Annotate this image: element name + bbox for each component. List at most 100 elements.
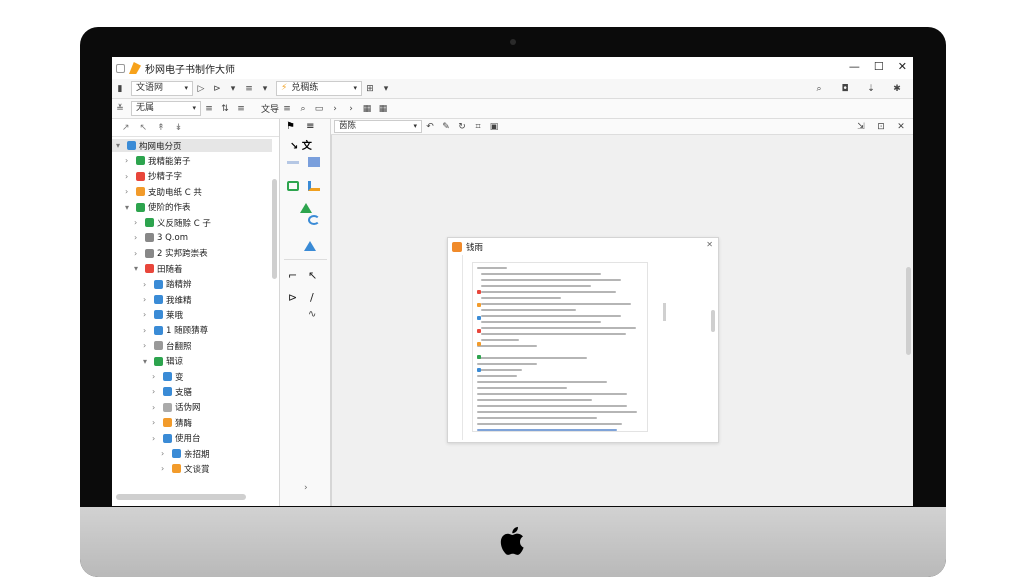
chevron-icon[interactable]: › (152, 387, 160, 396)
expand-palette-icon[interactable]: › (304, 483, 308, 493)
horizontal-scrollbar[interactable] (116, 494, 246, 500)
maximize-button[interactable]: ☐ (874, 60, 884, 73)
vertical-scrollbar[interactable] (906, 267, 911, 355)
pen-icon[interactable]: ✎ (438, 119, 454, 134)
star-icon[interactable]: ✱ (889, 81, 905, 96)
close-button[interactable]: ✕ (898, 60, 907, 73)
chevron-icon[interactable]: › (152, 403, 160, 412)
chevron-icon[interactable]: › (152, 372, 160, 381)
lock-icon[interactable]: ⊡ (873, 119, 889, 134)
move-down-icon[interactable]: ↡ (175, 123, 183, 133)
close-icon[interactable]: ✕ (893, 119, 909, 134)
connector-tool-icon[interactable]: ⌐ (288, 269, 297, 282)
chevron-icon[interactable]: › (134, 249, 142, 258)
bold-icon[interactable]: ≚ (112, 101, 128, 116)
chevron-icon[interactable]: › (152, 418, 160, 427)
chevron-icon[interactable]: › (125, 172, 133, 181)
style-dropdown[interactable]: 文语网 ▾ (131, 81, 193, 96)
pointer-tool-icon[interactable]: ↖ (308, 269, 317, 282)
tree-item[interactable]: ▾ 构网电分页 (112, 139, 272, 152)
pin-icon[interactable]: ⇲ (853, 119, 869, 134)
sort-icon[interactable]: ⇅ (217, 101, 233, 116)
minimize-button[interactable]: — (849, 60, 860, 73)
chevron-down-icon[interactable]: ▾ (257, 81, 273, 96)
frame-icon[interactable]: ▣ (486, 119, 502, 134)
play-icon[interactable]: ▷ (193, 81, 209, 96)
move-up-icon[interactable]: ↟ (157, 123, 165, 133)
section-label[interactable]: 文导 (261, 102, 279, 115)
tree-item[interactable]: › 台翻照 (143, 339, 192, 352)
flag-tool-icon[interactable]: ⊳ (288, 291, 297, 304)
menu-icon[interactable]: ≡ (306, 121, 314, 132)
zoom-dropdown[interactable]: 茵陈 ▾ (334, 120, 422, 133)
rotate-tool-icon[interactable] (308, 215, 320, 225)
grid-icon[interactable]: ▦ (375, 101, 391, 116)
chevron-right-icon[interactable]: › (327, 101, 343, 116)
chevron-icon[interactable]: › (161, 449, 169, 458)
tree-item[interactable]: ▾ 辑谅 (143, 355, 183, 368)
tree-item[interactable]: › 我维精 (143, 293, 192, 306)
chevron-icon[interactable]: ▾ (134, 264, 142, 273)
chevron-icon[interactable]: › (152, 434, 160, 443)
menu-icon[interactable]: ≡ (233, 101, 249, 116)
undo-icon[interactable]: ↶ (422, 119, 438, 134)
chevron-icon[interactable]: › (143, 326, 151, 335)
tree-item[interactable]: ▾ 田随着 (134, 262, 183, 275)
grid-icon[interactable]: ▦ (359, 101, 375, 116)
tree-item[interactable]: ▾ 使阶的作表 (125, 201, 191, 214)
tag-icon[interactable]: ◘ (837, 81, 853, 96)
outdent-icon[interactable]: ≡ (279, 101, 295, 116)
window-icon[interactable]: ▭ (311, 101, 327, 116)
layout-icon[interactable]: ⊞ (362, 81, 378, 96)
tree-item[interactable]: › 文谈賞 (161, 462, 210, 475)
editor-canvas[interactable]: 茵陈 ▾ ↶ ✎ ↻ ⌗ ▣ ⇲ ⊡ ✕ 钱雨 ✕ (331, 119, 913, 506)
line-tool-icon[interactable] (287, 161, 299, 164)
flag-icon[interactable]: ⚑ (286, 121, 295, 132)
font-dropdown[interactable]: ⚡ 兑稠练 ▾ (276, 81, 362, 96)
chevron-icon[interactable]: › (143, 280, 151, 289)
chevron-icon[interactable]: › (161, 464, 169, 473)
tree-item[interactable]: › 使用台 (152, 432, 201, 445)
tree-item[interactable]: › 踏精辨 (143, 278, 192, 291)
tree-item[interactable]: › 变 (152, 370, 184, 383)
tree-item[interactable]: › 抄精子字 (125, 170, 182, 183)
tree-item[interactable]: › 3 Q.om (134, 231, 188, 244)
chevron-icon[interactable]: › (143, 341, 151, 350)
tree-item[interactable]: › 猜酶 (152, 416, 192, 429)
line-icon[interactable]: / (310, 291, 314, 304)
tree-item[interactable]: › 亲招期 (161, 447, 210, 460)
arrow-up-icon[interactable] (304, 241, 316, 251)
document-scrollbar[interactable] (663, 303, 666, 321)
expand-icon[interactable]: ↗ (122, 123, 130, 133)
search-icon[interactable]: ⌕ (811, 81, 827, 96)
fill-tool-icon[interactable] (300, 203, 312, 213)
align-icon[interactable]: ≡ (241, 81, 257, 96)
curve-tool-icon[interactable] (308, 181, 320, 191)
wave-tool-icon[interactable]: ∿ (308, 309, 316, 320)
chevron-down-icon[interactable]: ▾ (378, 81, 394, 96)
chevron-icon[interactable]: › (125, 156, 133, 165)
vertical-scrollbar[interactable] (272, 179, 277, 279)
preview-window[interactable]: 钱雨 ✕ (447, 237, 719, 443)
tree-item[interactable]: › 我精能第子 (125, 154, 191, 167)
tree-item[interactable]: › 支助电纸 C 共 (125, 185, 202, 198)
tree-item[interactable]: › 2 实邦跨崇表 (134, 247, 208, 260)
paragraph-dropdown[interactable]: 无属 ▾ (131, 101, 201, 116)
text-tool-icon[interactable]: ↘ 文 (290, 137, 312, 152)
chevron-icon[interactable]: › (125, 187, 133, 196)
chevron-icon[interactable]: ▾ (125, 203, 133, 212)
vertical-scrollbar[interactable] (711, 310, 715, 332)
zoom-icon[interactable]: ⌕ (295, 101, 311, 116)
tree-item[interactable]: › 莱哦 (143, 308, 183, 321)
pointer-icon[interactable]: ▮ (112, 81, 128, 96)
tree-item[interactable]: › 义反随赊 C 子 (134, 216, 211, 229)
rotate-icon[interactable]: ↻ (454, 119, 470, 134)
collapse-icon[interactable]: ↖ (140, 123, 148, 133)
chevron-icon[interactable]: › (143, 295, 151, 304)
chevron-icon[interactable]: › (134, 233, 142, 242)
shape-tool-icon[interactable] (287, 181, 299, 191)
pin-icon[interactable]: ⇣ (863, 81, 879, 96)
chevron-icon[interactable]: › (143, 310, 151, 319)
tree-item[interactable]: › 话伪网 (152, 401, 201, 414)
crop-icon[interactable]: ⌗ (470, 119, 486, 134)
